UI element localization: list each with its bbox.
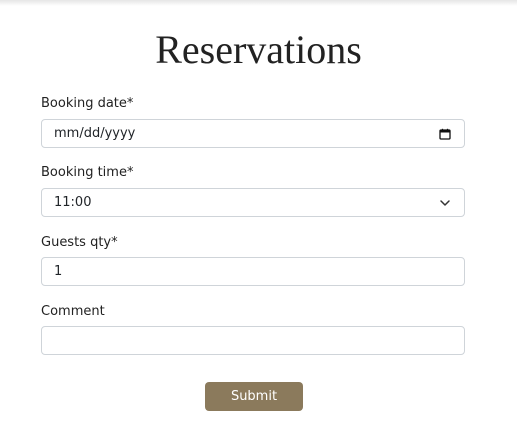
- page-title: Reservations: [155, 27, 362, 72]
- guests-qty-input[interactable]: 1: [41, 257, 465, 286]
- booking-date-input[interactable]: mm/dd/yyyy: [41, 119, 465, 148]
- guests-qty-value: 1: [54, 264, 63, 279]
- booking-date-placeholder: mm/dd/yyyy: [54, 126, 136, 141]
- booking-time-value: 11:00: [54, 195, 92, 210]
- calendar-icon[interactable]: [438, 127, 452, 141]
- guests-qty-label: Guests qty*: [41, 235, 118, 250]
- submit-button[interactable]: Submit: [205, 382, 303, 411]
- booking-time-select[interactable]: 11:00: [41, 188, 465, 217]
- top-shadow: [0, 0, 517, 6]
- reservations-page: Reservations Booking date* mm/dd/yyyy Bo…: [0, 0, 517, 440]
- booking-date-label: Booking date*: [41, 96, 134, 111]
- chevron-down-icon: [438, 196, 452, 210]
- booking-time-label: Booking time*: [41, 165, 134, 180]
- comment-label: Comment: [41, 304, 105, 319]
- comment-input[interactable]: [41, 326, 465, 355]
